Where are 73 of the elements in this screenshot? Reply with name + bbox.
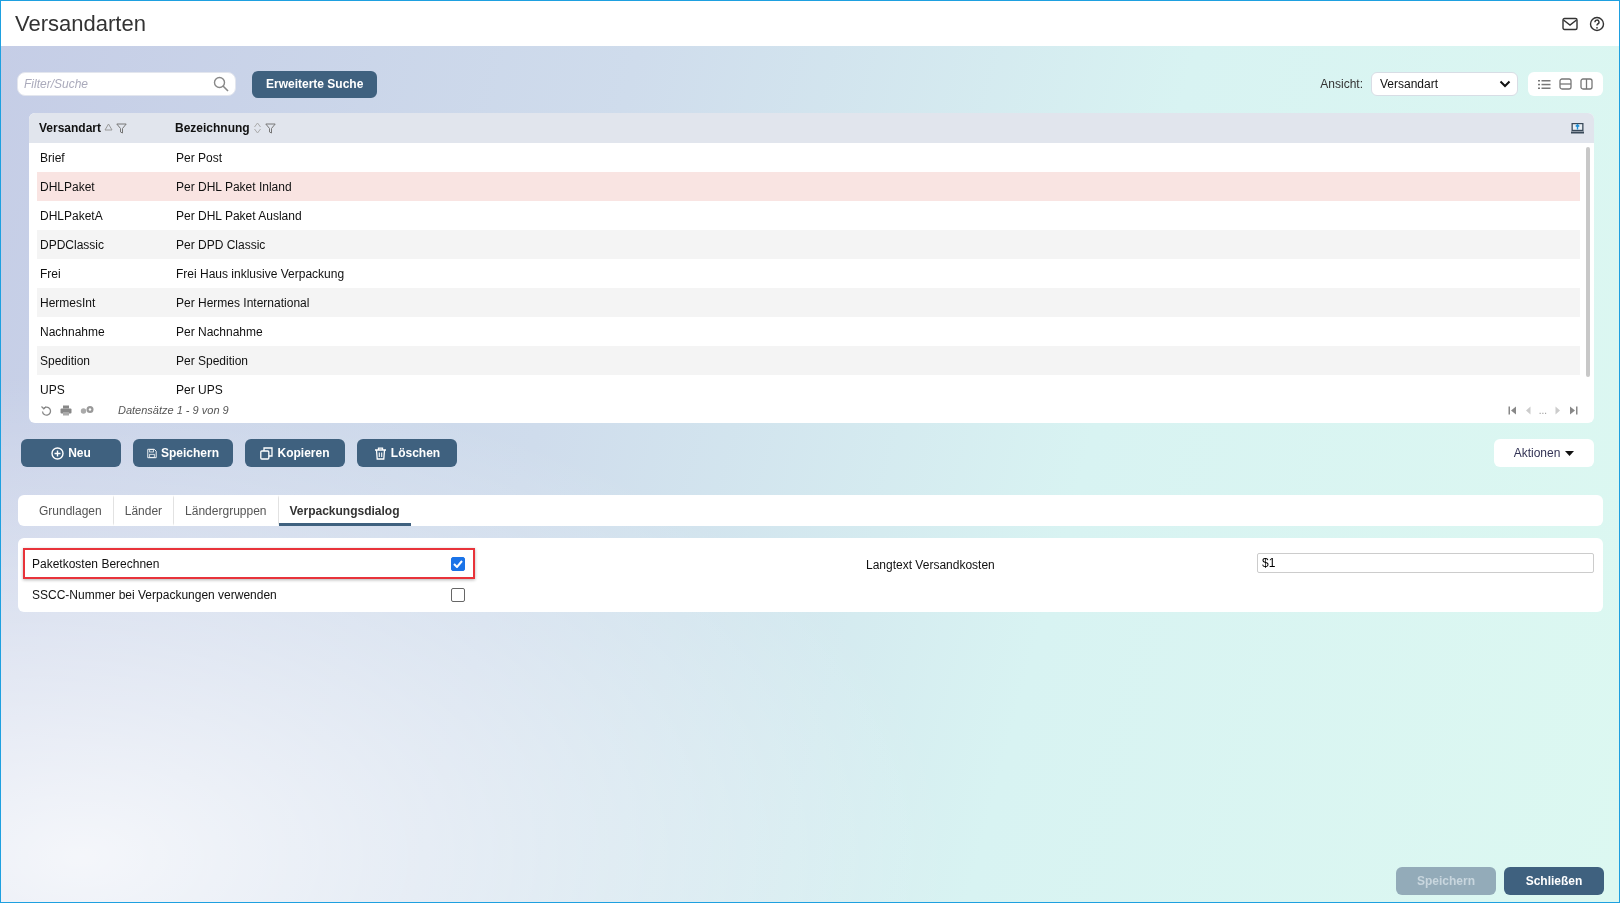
table-row[interactable]: DHLPaketA Per DHL Paket Ausland xyxy=(37,201,1580,230)
plus-circle-icon xyxy=(51,446,65,460)
record-count: Datensätze 1 - 9 von 9 xyxy=(118,404,229,416)
sort-icon[interactable] xyxy=(104,122,114,134)
table-cell-text: Frei Haus inklusive Verpackung xyxy=(176,266,346,281)
table-cell-text: Spedition xyxy=(40,353,92,368)
actions-menu-button[interactable]: Aktionen xyxy=(1494,439,1594,467)
table-cell-text: UPS xyxy=(40,382,66,397)
first-page-icon[interactable] xyxy=(1507,405,1517,415)
text-field[interactable]: $1 xyxy=(1257,553,1594,573)
trash-icon xyxy=(373,446,387,460)
table-cell-text: Per DHL Paket Inland xyxy=(176,179,293,194)
checkbox-label: Paketkosten Berechnen xyxy=(32,556,160,571)
split-vertical-icon[interactable] xyxy=(1580,78,1593,90)
scroll-thumb[interactable] xyxy=(1586,147,1590,377)
mail-icon[interactable] xyxy=(1562,16,1578,31)
search-field[interactable]: Filter/Suche xyxy=(17,72,236,96)
tab[interactable]: Länder xyxy=(113,495,175,526)
table-cell-text: HermesInt xyxy=(40,295,97,310)
table-row[interactable]: Spedition Per Spedition xyxy=(37,346,1580,375)
checkbox[interactable] xyxy=(451,587,465,602)
tab[interactable]: Verpackungsdialog xyxy=(278,495,411,526)
table-cell-text: Per Spedition xyxy=(176,353,250,368)
tab[interactable]: Grundlagen xyxy=(28,495,114,526)
export-icon[interactable] xyxy=(1571,122,1584,134)
action-button[interactable]: Kopieren xyxy=(245,439,345,467)
column-header[interactable]: Bezeichnung xyxy=(175,121,250,135)
help-icon[interactable] xyxy=(1589,15,1605,32)
table-cell-text: DHLPaket xyxy=(40,179,96,194)
pager-ellipsis: ... xyxy=(1538,404,1547,416)
table-row[interactable]: Brief Per Post xyxy=(37,143,1580,172)
table-cell-text: Per Hermes International xyxy=(176,295,311,310)
checkbox-label: SSCC-Nummer bei Verpackungen verwenden xyxy=(32,587,277,602)
field-label: Langtext Versandkosten xyxy=(866,558,996,572)
table-row[interactable]: Frei Frei Haus inklusive Verpackung xyxy=(37,259,1580,288)
table-row[interactable]: Nachnahme Per Nachnahme xyxy=(37,317,1580,346)
table-cell-text: Per Post xyxy=(176,150,224,165)
gears-icon[interactable] xyxy=(80,405,94,415)
window-title: Versandarten xyxy=(15,10,147,37)
chevron-down-icon xyxy=(1499,80,1511,88)
split-horizontal-icon[interactable] xyxy=(1559,78,1572,90)
table-cell-text: Nachnahme xyxy=(40,324,106,339)
table-cell-text: Per UPS xyxy=(176,382,224,397)
table-cell-text: Brief xyxy=(40,150,66,165)
advanced-search-button[interactable]: Erweiterte Suche xyxy=(252,70,378,98)
table-cell-text: Per DHL Paket Ausland xyxy=(176,208,303,223)
tab[interactable]: Ländergruppen xyxy=(174,495,279,526)
table-row[interactable]: HermesInt Per Hermes International xyxy=(37,288,1580,317)
table-cell-text: Per DPD Classic xyxy=(176,237,267,252)
search-icon[interactable] xyxy=(213,76,229,92)
table-row[interactable]: UPS Per UPS xyxy=(37,375,1580,401)
table-row[interactable]: DHLPaket Per DHL Paket Inland xyxy=(37,172,1580,201)
print-icon[interactable] xyxy=(60,404,72,416)
view-select[interactable]: Versandart xyxy=(1371,72,1518,96)
dialog-button[interactable]: Schließen xyxy=(1504,867,1604,895)
filter-icon[interactable] xyxy=(264,122,276,134)
action-button[interactable]: Neu xyxy=(21,439,121,467)
table-cell-text: DPDClassic xyxy=(40,237,105,252)
column-header[interactable]: Versandart xyxy=(39,121,102,135)
table-row[interactable]: DPDClassic Per DPD Classic xyxy=(37,230,1580,259)
table-cell-text: Per Nachnahme xyxy=(176,324,264,339)
copy-icon xyxy=(260,446,274,460)
filter-icon[interactable] xyxy=(116,122,128,134)
checkbox[interactable] xyxy=(451,556,465,571)
action-button[interactable]: Speichern xyxy=(133,439,233,467)
list-icon[interactable] xyxy=(1538,78,1551,90)
table-cell-text: DHLPaketA xyxy=(40,208,104,223)
caret-icon xyxy=(1565,450,1575,456)
table-cell-text: Frei xyxy=(40,266,62,281)
last-page-icon[interactable] xyxy=(1569,405,1578,415)
view-label: Ansicht: xyxy=(1320,77,1363,91)
action-button[interactable]: Löschen xyxy=(357,439,457,467)
refresh-icon[interactable] xyxy=(41,404,52,416)
